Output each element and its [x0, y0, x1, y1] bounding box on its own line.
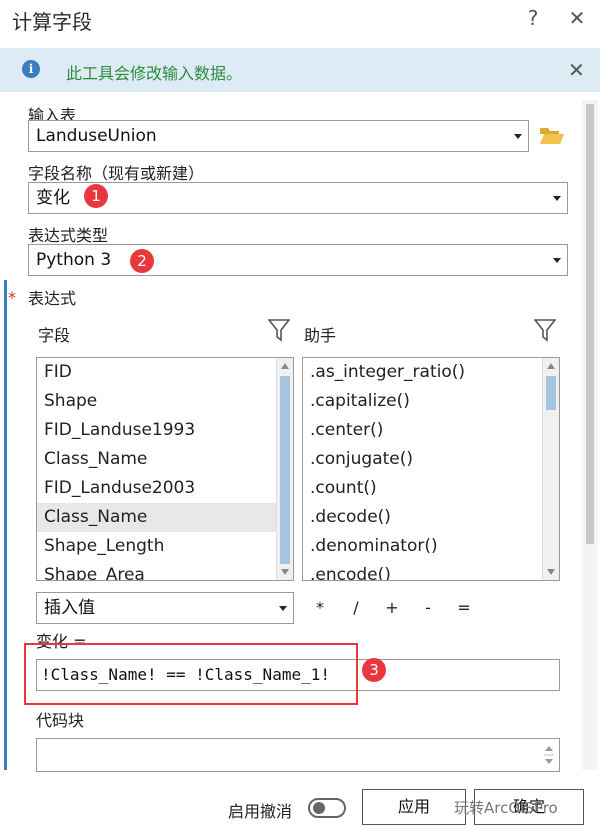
input-table-value: LanduseUnion	[36, 126, 157, 146]
fields-header: 字段	[38, 326, 71, 345]
chevron-down-icon	[553, 258, 561, 263]
operator-multiply-button[interactable]: *	[312, 598, 328, 617]
watermark: 玩转ArcGISPro	[454, 799, 558, 817]
chevron-down-icon	[553, 196, 561, 201]
helpers-list[interactable]: .as_integer_ratio() .capitalize() .center(…	[302, 357, 560, 581]
title-bar: 计算字段 ? ✕	[0, 0, 600, 40]
chevron-down-icon	[514, 134, 522, 139]
annotation-highlight-box	[24, 643, 358, 705]
fields-scrollbar[interactable]	[276, 358, 293, 580]
chevron-down-icon	[279, 606, 287, 611]
folder-open-icon[interactable]	[539, 124, 565, 146]
expression-type-dropdown[interactable]: Python 3	[28, 244, 568, 276]
helpers-scroll-thumb[interactable]	[546, 376, 556, 410]
expression-type-label: 表达式类型	[28, 226, 109, 245]
info-message: 此工具会修改输入数据。	[66, 64, 243, 83]
filter-icon[interactable]	[268, 318, 290, 342]
helpers-scrollbar[interactable]	[542, 358, 559, 580]
enable-undo-label: 启用撤消	[228, 802, 293, 821]
panel-scrollbar-thumb[interactable]	[586, 104, 594, 544]
code-block-input[interactable]	[36, 738, 560, 772]
scroll-up-icon[interactable]	[547, 363, 555, 369]
enable-undo-toggle[interactable]	[308, 798, 346, 818]
operator-equals-button[interactable]: =	[456, 598, 472, 617]
list-item[interactable]: .center()	[303, 416, 559, 445]
list-item[interactable]: Shape_Length	[37, 532, 293, 561]
annotation-badge-1: 1	[84, 184, 108, 208]
close-icon[interactable]: ✕	[568, 58, 585, 82]
info-icon: i	[22, 60, 40, 78]
helpers-items: .as_integer_ratio() .capitalize() .center(…	[303, 358, 559, 580]
code-block-label: 代码块	[36, 711, 85, 730]
fields-items: FID Shape FID_Landuse1993 Class_Name FID_Lan…	[37, 358, 293, 580]
expression-section-accent	[4, 280, 7, 770]
scroll-down-icon[interactable]	[547, 569, 555, 575]
annotation-badge-2: 2	[130, 249, 154, 273]
expression-label: 表达式	[28, 289, 77, 308]
fields-list[interactable]: FID Shape FID_Landuse1993 Class_Name FID_Lan…	[36, 357, 294, 581]
annotation-badge-3: 3	[362, 658, 386, 682]
list-item[interactable]: Class_Name	[37, 503, 293, 532]
list-item[interactable]: FID_Landuse1993	[37, 416, 293, 445]
fields-scroll-thumb[interactable]	[280, 376, 290, 564]
input-table-dropdown[interactable]: LanduseUnion	[28, 120, 529, 152]
list-item[interactable]: FID	[37, 358, 293, 387]
list-item[interactable]: .conjugate()	[303, 445, 559, 474]
list-item[interactable]: FID_Landuse2003	[37, 474, 293, 503]
filter-icon[interactable]	[534, 318, 556, 342]
list-item[interactable]: .capitalize()	[303, 387, 559, 416]
toggle-knob	[313, 802, 325, 814]
expression-type-value: Python 3	[36, 250, 112, 270]
apply-button[interactable]: 应用	[362, 789, 466, 825]
info-bar: i 此工具会修改输入数据。 ✕	[0, 48, 600, 92]
helpers-header: 助手	[304, 326, 337, 345]
operator-minus-button[interactable]: -	[420, 598, 436, 617]
field-name-dropdown[interactable]: 变化	[28, 182, 568, 214]
list-item[interactable]: Shape_Area	[37, 561, 293, 580]
insert-value-dropdown[interactable]: 插入值	[36, 592, 294, 624]
resize-stepper-icon[interactable]	[543, 743, 555, 767]
question-mark-icon[interactable]: ?	[520, 6, 546, 30]
scroll-up-icon[interactable]	[281, 363, 289, 369]
list-item[interactable]: .decode()	[303, 503, 559, 532]
list-item[interactable]: .as_integer_ratio()	[303, 358, 559, 387]
list-item[interactable]: .encode()	[303, 561, 559, 580]
required-marker: *	[8, 288, 16, 307]
list-item[interactable]: .count()	[303, 474, 559, 503]
insert-value-label: 插入值	[44, 598, 95, 618]
close-icon[interactable]: ✕	[564, 6, 590, 30]
operator-plus-button[interactable]: +	[384, 598, 400, 617]
scroll-down-icon[interactable]	[281, 569, 289, 575]
dialog-title: 计算字段	[12, 10, 92, 34]
field-name-label: 字段名称（现有或新建）	[28, 164, 205, 183]
field-name-value: 变化	[36, 188, 70, 208]
list-item[interactable]: .denominator()	[303, 532, 559, 561]
list-item[interactable]: Class_Name	[37, 445, 293, 474]
operator-divide-button[interactable]: /	[348, 598, 364, 617]
list-item[interactable]: Shape	[37, 387, 293, 416]
